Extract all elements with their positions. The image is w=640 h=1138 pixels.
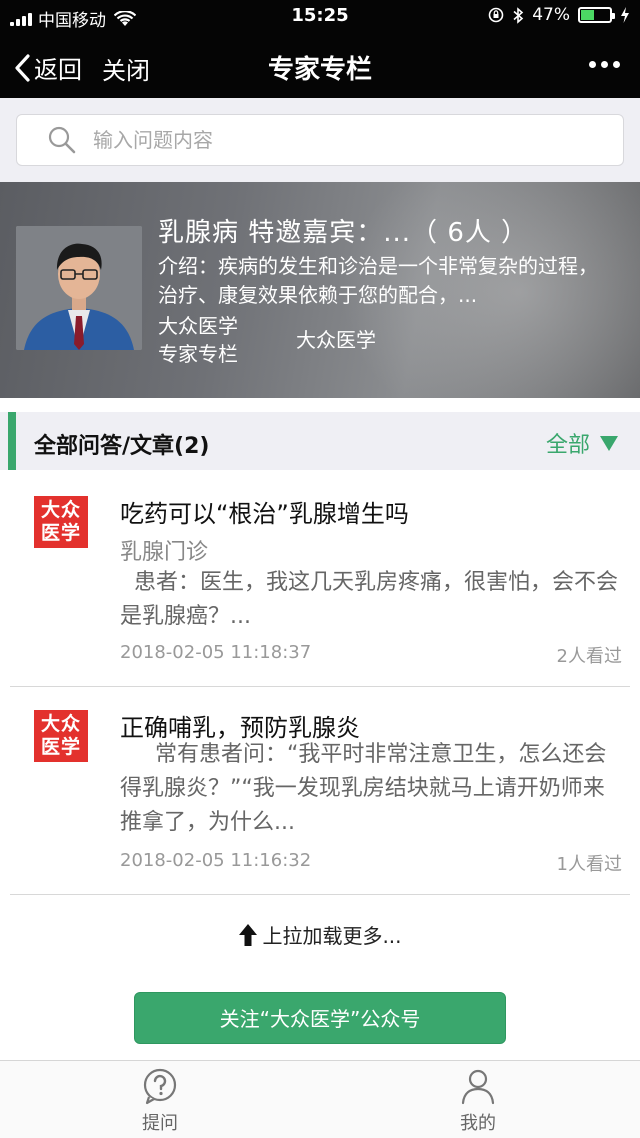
dazhong-logo-icon: 大众 医学: [34, 496, 88, 548]
back-button[interactable]: 返回: [14, 50, 82, 85]
charging-icon: [621, 7, 629, 23]
divider: [10, 894, 630, 895]
list-item[interactable]: 大众 医学 吃药可以“根治”乳腺增生吗 乳腺门诊 患者：医生，我这几天乳房疼痛，…: [0, 472, 640, 686]
rotation-lock-icon: [488, 7, 504, 23]
item-views: 2人看过: [556, 646, 622, 667]
status-right: 47%: [488, 5, 630, 25]
arrow-up-icon: [239, 923, 258, 946]
tab-ask-label: 提问: [142, 1113, 178, 1134]
close-button[interactable]: 关闭: [102, 51, 150, 86]
item-excerpt: 常有患者问：“我平时非常注意卫生，怎么还会得乳腺炎？”“我一发现乳房结块就马上请…: [120, 742, 607, 835]
tab-bar: 提问 我的: [0, 1060, 640, 1138]
page-title: 专家专栏: [267, 55, 372, 85]
section-gap: [0, 398, 640, 412]
banner-source-right: 大众医学: [296, 328, 376, 352]
section-accent-bar: [8, 412, 16, 470]
follow-button[interactable]: 关注“大众医学”公众号: [134, 992, 506, 1044]
banner-source: 大众医学 专家专栏: [158, 312, 238, 368]
question-icon: [143, 1068, 177, 1105]
item-excerpt: 患者：医生，我这几天乳房疼痛，很害怕，会不会是乳腺癌？...: [120, 570, 619, 629]
logo-text-bottom: 医学: [40, 522, 81, 544]
list-item[interactable]: 大众 医学 正确哺乳，预防乳腺炎 常有患者问：“我平时非常注意卫生，怎么还会得乳…: [0, 686, 640, 894]
bluetooth-icon: [513, 6, 524, 24]
nav-bar: 返回 关闭 专家专栏: [0, 32, 640, 98]
user-icon: [461, 1069, 495, 1105]
top-bar: 中国移动 15:25 47% 返回 关闭 专家专栏: [0, 0, 640, 98]
banner-source-line1: 大众医学: [158, 314, 238, 338]
battery-icon: [578, 7, 615, 23]
filter-label: 全部: [545, 433, 590, 458]
banner-source-line2: 专家专栏: [158, 342, 238, 366]
section-header: 全部问答/文章(2) 全部: [0, 412, 640, 470]
item-category: 乳腺门诊: [120, 540, 209, 565]
load-more: 上拉加载更多...: [0, 920, 640, 949]
tab-mine[interactable]: 我的: [428, 1067, 528, 1135]
logo-text-top: 大众: [40, 713, 81, 735]
more-dots-icon[interactable]: [589, 61, 620, 68]
expert-photo-icon: [16, 226, 142, 350]
search-area: [0, 98, 640, 182]
item-date: 2018-02-05 11:16:32: [120, 850, 312, 871]
search-icon: [48, 126, 76, 154]
banner-title: 乳腺病 特邀嘉宾：...（ 6人 ）: [158, 218, 529, 248]
chevron-left-icon: [15, 53, 30, 82]
search-box[interactable]: [16, 114, 624, 166]
expert-avatar: [16, 226, 142, 350]
status-bar: 中国移动 15:25 47%: [0, 0, 640, 32]
tab-mine-label: 我的: [460, 1113, 496, 1134]
logo-text-top: 大众: [40, 499, 81, 521]
logo-text-bottom: 医学: [40, 736, 81, 758]
back-label: 返回: [34, 56, 82, 84]
expert-banner[interactable]: 乳腺病 特邀嘉宾：...（ 6人 ） 介绍：疾病的发生和诊治是一个非常复杂的过程…: [0, 182, 640, 398]
search-input[interactable]: [93, 128, 573, 152]
dazhong-logo-icon: 大众 医学: [34, 710, 88, 762]
item-views: 1人看过: [556, 854, 622, 875]
battery-fill: [581, 10, 594, 20]
filter-dropdown[interactable]: 全部: [546, 427, 618, 459]
item-date: 2018-02-05 11:18:37: [120, 642, 312, 663]
section-label: 全部问答/文章(2): [34, 434, 210, 459]
load-more-label: 上拉加载更多...: [262, 924, 402, 948]
tab-ask[interactable]: 提问: [110, 1067, 210, 1135]
triangle-down-icon: [600, 435, 618, 451]
battery-percent: 47%: [532, 5, 570, 25]
banner-description: 介绍：疾病的发生和诊治是一个非常复杂的过程，治疗、康复效果依赖于您的配合，...: [158, 254, 598, 307]
item-title: 吃药可以“根治”乳腺增生吗: [120, 500, 409, 528]
